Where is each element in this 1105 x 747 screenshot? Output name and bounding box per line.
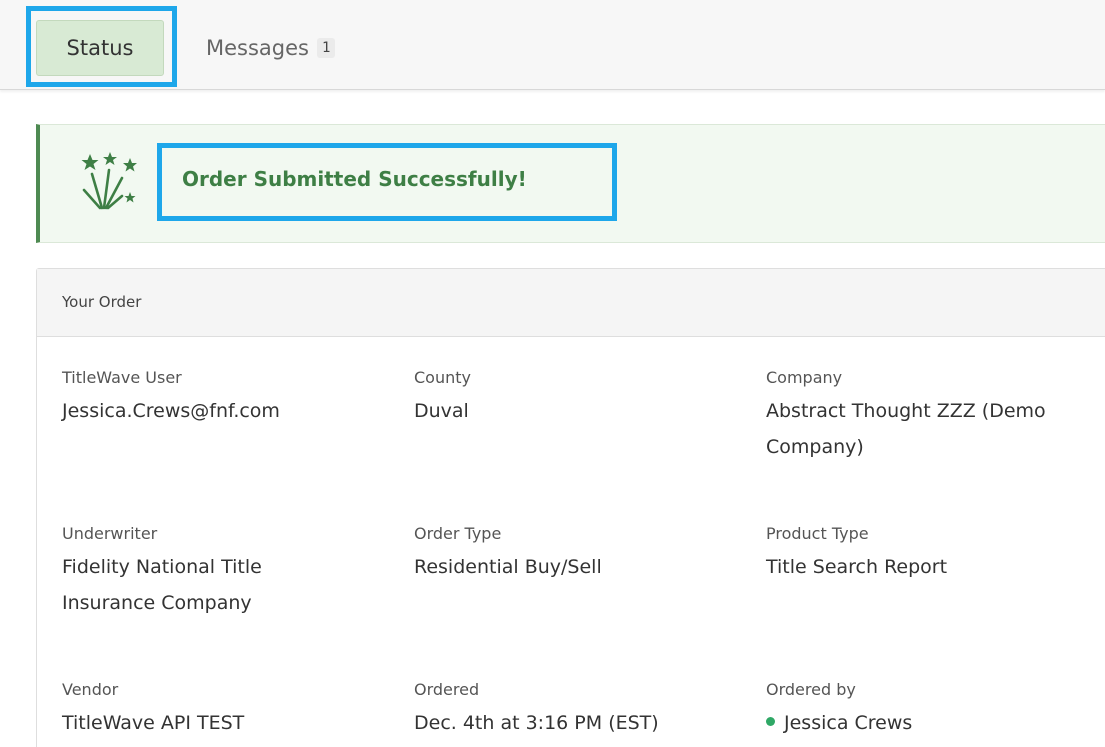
product-type-label: Product Type — [766, 524, 869, 543]
underwriter-value: Fidelity National Title Insurance Compan… — [62, 556, 262, 614]
ordered-by-label: Ordered by — [766, 680, 856, 699]
online-status-dot — [766, 717, 775, 726]
ordered-by-field: Jessica Crews — [766, 705, 1096, 741]
success-message: Order Submitted Successfully! — [182, 167, 527, 191]
company-label: Company — [766, 368, 843, 387]
tab-messages-label: Messages — [206, 36, 309, 60]
vendor-value: TitleWave API TEST — [62, 712, 245, 734]
order-type-value: Residential Buy/Sell — [414, 556, 602, 578]
titlewave-user-value: Jessica.Crews@fnf.com — [62, 400, 280, 422]
ordered-label: Ordered — [414, 680, 480, 699]
order-panel-title: Your Order — [62, 293, 142, 311]
titlewave-user-label: TitleWave User — [62, 368, 182, 387]
order-panel — [36, 268, 1105, 747]
underwriter-label: Underwriter — [62, 524, 158, 543]
tab-messages[interactable]: Messages 1 — [206, 20, 336, 76]
fireworks-icon — [81, 152, 137, 210]
county-value: Duval — [414, 400, 469, 422]
county-label: County — [414, 368, 471, 387]
vendor-label: Vendor — [62, 680, 119, 699]
product-type-value: Title Search Report — [766, 556, 948, 578]
order-type-label: Order Type — [414, 524, 502, 543]
company-value: Abstract Thought ZZZ (Demo Company) — [766, 400, 1046, 458]
tab-status[interactable]: Status — [36, 20, 164, 76]
ordered-value: Dec. 4th at 3:16 PM (EST) — [414, 712, 659, 734]
messages-count-badge: 1 — [316, 38, 336, 58]
order-panel-header — [37, 269, 1105, 337]
ordered-by-value: Jessica Crews — [784, 712, 913, 734]
tab-bar — [0, 0, 1105, 90]
tab-status-label: Status — [66, 36, 134, 60]
